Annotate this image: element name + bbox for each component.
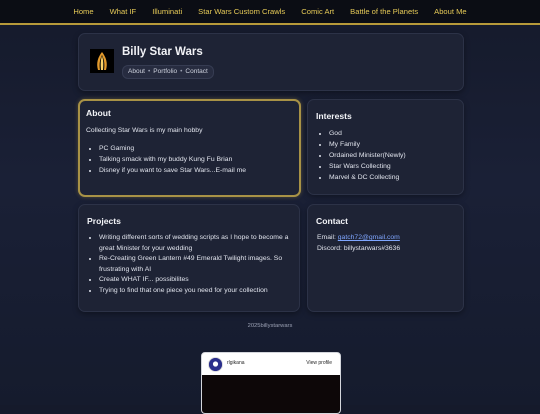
profile-about-link[interactable]: About: [128, 66, 145, 78]
list-item: Talking smack with my buddy Kung Fu Bria…: [99, 154, 299, 165]
lightsaber-flame-icon: [90, 49, 114, 73]
list-item: Trying to find that one piece you need f…: [99, 286, 303, 297]
profile-header-card: Billy Star Wars About • Portfolio • Cont…: [78, 33, 464, 91]
top-navigation: Home What IF Illuminati Star Wars Custom…: [0, 0, 540, 25]
about-list: PC Gaming Talking smack with my buddy Ku…: [85, 143, 299, 176]
list-item: Marvel & DC Collecting: [329, 172, 469, 183]
list-item: God: [329, 128, 469, 139]
contact-discord-row: Discord: billystarwars#3636: [317, 245, 400, 252]
nav-star-wars-crawls-link[interactable]: Star Wars Custom Crawls: [190, 0, 293, 23]
list-item: Re-Creating Green Lantern #49 Emerald Tw…: [99, 254, 303, 275]
embed-username[interactable]: rlgikana: [227, 360, 245, 366]
list-item: Writing different sorts of wedding scrip…: [99, 233, 303, 254]
link-separator: •: [180, 68, 183, 75]
profile-contact-link[interactable]: Contact: [185, 66, 207, 78]
projects-card: Projects Writing different sorts of wedd…: [78, 204, 300, 312]
interests-list: God My Family Ordained Minister(Newly) S…: [315, 128, 469, 183]
discord-label: Discord:: [317, 245, 344, 252]
embed-avatar[interactable]: [208, 357, 223, 372]
contact-email-row: Email: gatch72@gmail.com: [317, 234, 400, 241]
projects-list: Writing different sorts of wedding scrip…: [85, 233, 303, 297]
profile-avatar-icon: [209, 358, 222, 371]
footer-text: 2025billystarwars: [247, 323, 293, 329]
email-link[interactable]: gatch72@gmail.com: [338, 234, 400, 241]
nav-illuminati-link[interactable]: Illuminati: [144, 0, 190, 23]
about-title: About: [86, 108, 111, 118]
contact-card: Contact Email: gatch72@gmail.com Discord…: [307, 204, 464, 312]
profile-name: Billy Star Wars: [122, 46, 203, 58]
list-item: Disney if you want to save Star Wars...E…: [99, 165, 299, 176]
about-lead: Collecting Star Wars is my main hobby: [86, 127, 203, 134]
projects-title: Projects: [87, 216, 121, 226]
avatar: [90, 49, 114, 73]
nav-what-if-link[interactable]: What IF: [102, 0, 145, 23]
embed-image[interactable]: [202, 375, 340, 413]
interests-title: Interests: [316, 111, 352, 121]
contact-title: Contact: [316, 216, 348, 226]
list-item: Ordained Minister(Newly): [329, 150, 469, 161]
profile-portfolio-link[interactable]: Portfolio: [153, 66, 177, 78]
link-separator: •: [148, 68, 151, 75]
nav-comic-art-link[interactable]: Comic Art: [293, 0, 342, 23]
view-profile-button[interactable]: View profile: [306, 360, 332, 366]
nav-about-me-link[interactable]: About Me: [426, 0, 475, 23]
discord-handle: billystarwars#3636: [343, 245, 401, 252]
interests-card: Interests God My Family Ordained Ministe…: [307, 99, 464, 195]
nav-battle-of-the-planets-link[interactable]: Battle of the Planets: [342, 0, 426, 23]
about-card: About Collecting Star Wars is my main ho…: [78, 99, 301, 197]
list-item: Create WHAT IF... possibilites: [99, 275, 303, 286]
profile-links: About • Portfolio • Contact: [122, 65, 214, 79]
list-item: My Family: [329, 139, 469, 150]
email-label: Email:: [317, 234, 338, 241]
list-item: PC Gaming: [99, 143, 299, 154]
embed-header: rlgikana View profile: [202, 353, 340, 375]
nav-home-link[interactable]: Home: [65, 0, 101, 23]
list-item: Star Wars Collecting: [329, 161, 469, 172]
